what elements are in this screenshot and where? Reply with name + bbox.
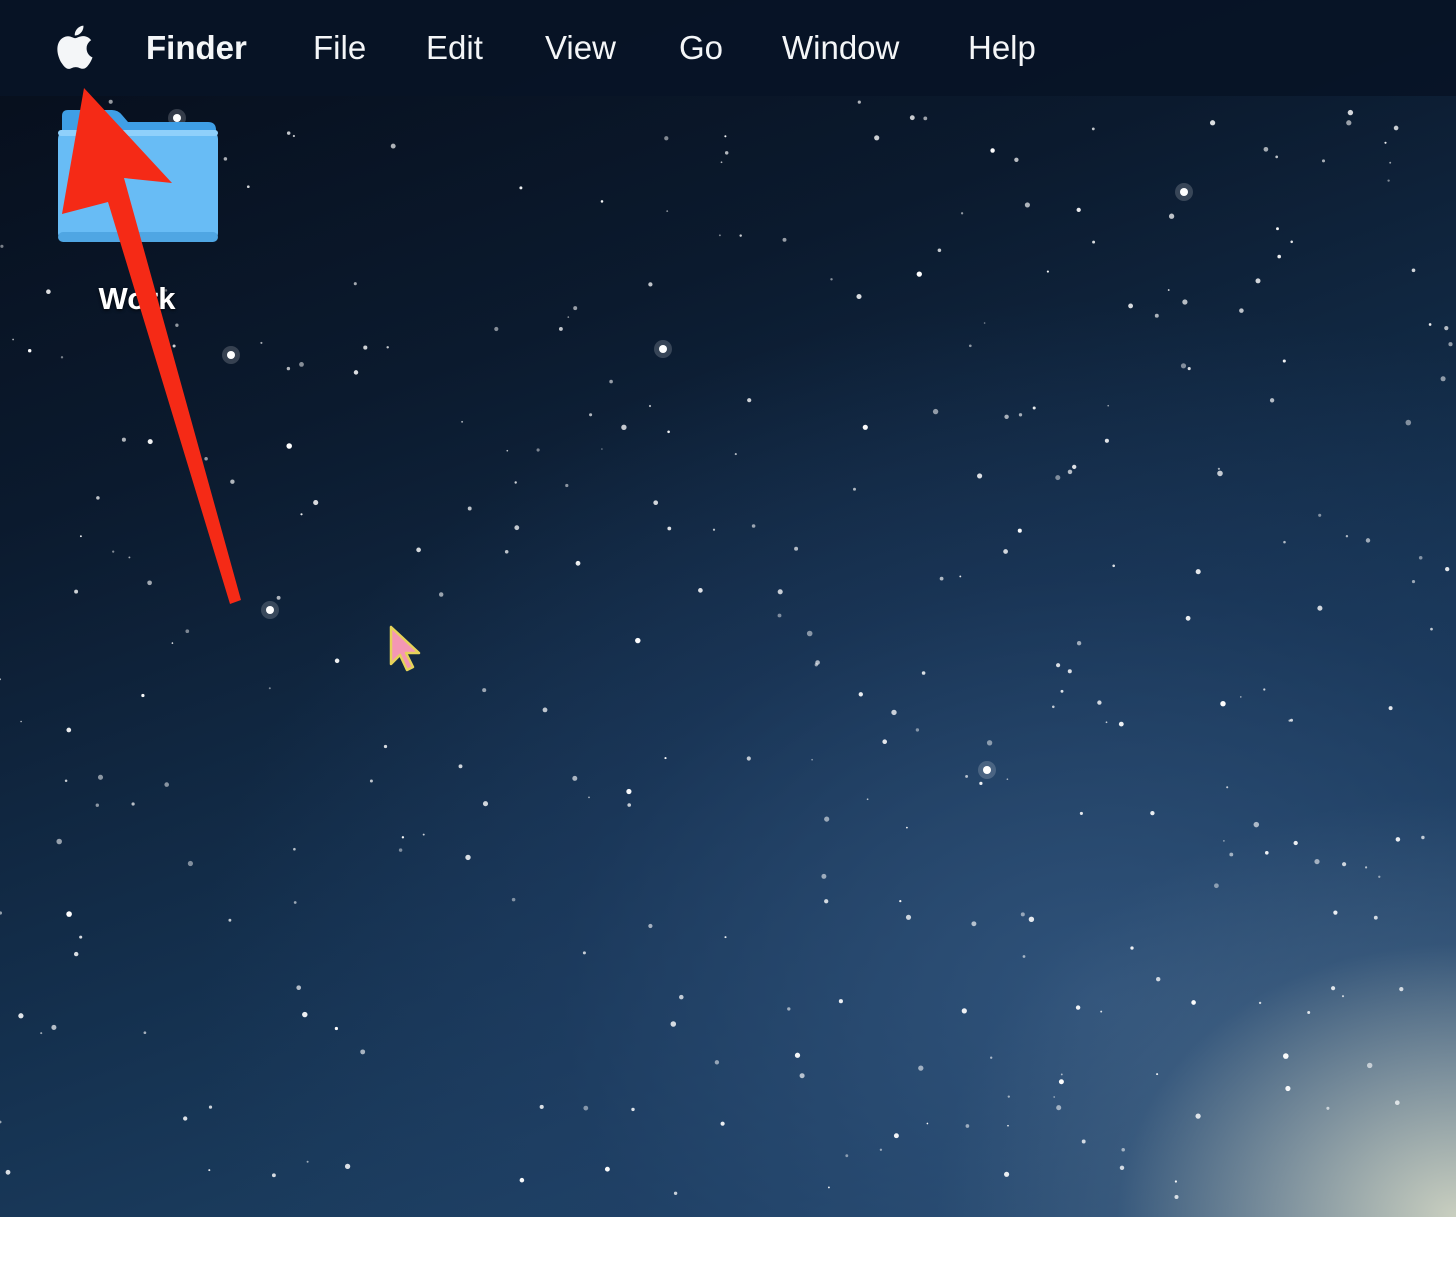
- menu-go[interactable]: Go: [679, 26, 723, 70]
- menu-help[interactable]: Help: [968, 26, 1036, 70]
- menu-finder[interactable]: Finder: [146, 26, 247, 70]
- folder-icon[interactable]: [56, 106, 220, 248]
- folder-label[interactable]: Work: [40, 281, 234, 317]
- mouse-pointer-icon: [389, 625, 421, 672]
- menu-bar: Finder File Edit View Go Window Help: [0, 0, 1456, 96]
- menu-edit[interactable]: Edit: [426, 26, 483, 70]
- menu-window[interactable]: Window: [782, 26, 899, 70]
- apple-logo-icon[interactable]: [52, 24, 94, 70]
- menu-view[interactable]: View: [545, 26, 616, 70]
- menu-file[interactable]: File: [313, 26, 366, 70]
- desktop[interactable]: Finder File Edit View Go Window Help Wor…: [0, 0, 1456, 1217]
